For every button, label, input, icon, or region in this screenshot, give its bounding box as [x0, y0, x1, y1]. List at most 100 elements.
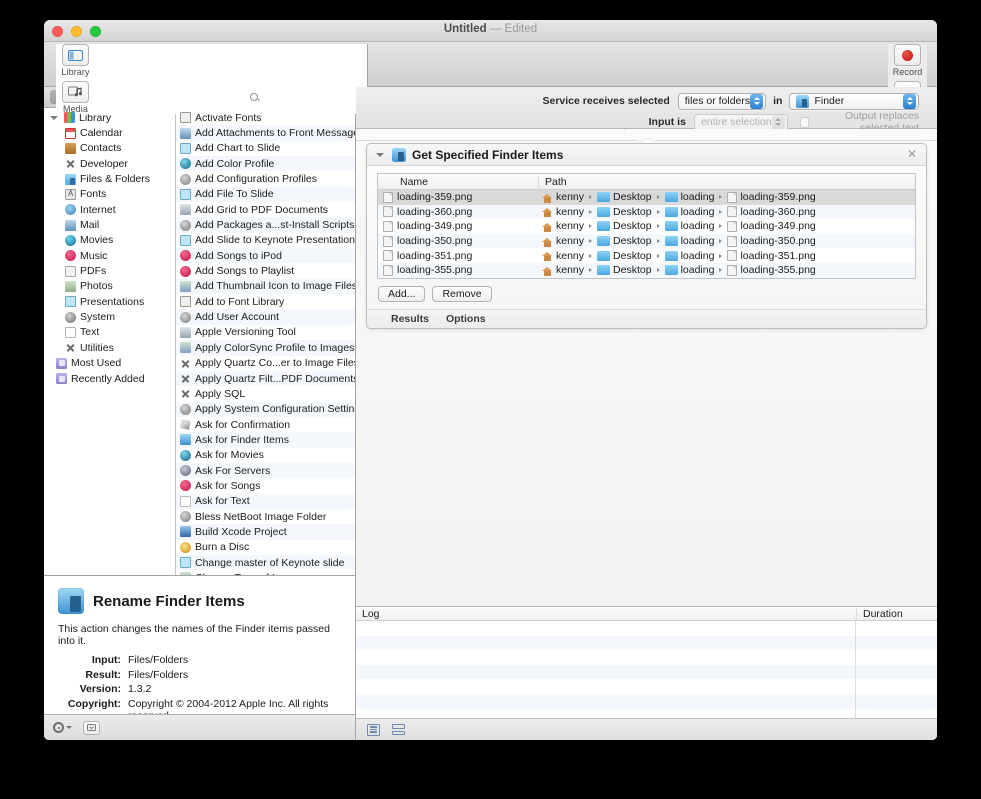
- disclosure-triangle-icon[interactable]: [50, 115, 58, 120]
- finder-icon: [796, 94, 810, 108]
- tree-item-internet[interactable]: Internet: [44, 202, 175, 217]
- action-list-item[interactable]: Apply System Configuration Settings: [176, 401, 355, 417]
- input-is-popup[interactable]: entire selection: [693, 113, 788, 131]
- tree-item-label: System: [80, 311, 116, 324]
- settings-menu-button[interactable]: [53, 722, 72, 733]
- action-list-item[interactable]: Add Grid to PDF Documents: [176, 202, 355, 217]
- action-list-item[interactable]: Ask for Movies: [176, 448, 355, 463]
- action-list-item[interactable]: Burn a Disc: [176, 540, 355, 555]
- options-tab[interactable]: Options: [446, 313, 486, 325]
- workflow-canvas[interactable]: Get Specified Finder Items ✕ Name Path l…: [356, 129, 937, 607]
- finder-items-table[interactable]: Name Path loading-359.png kenny Desktop loa…: [377, 173, 916, 279]
- column-header-path[interactable]: Path: [538, 175, 831, 188]
- log-panel: Log Duration: [356, 607, 937, 740]
- tree-item-pdfs[interactable]: PDFs: [44, 263, 175, 278]
- toolbar-library-button[interactable]: Library: [56, 44, 95, 77]
- log-row: [356, 679, 937, 694]
- action-list-item[interactable]: Add Attachments to Front Message: [176, 125, 355, 141]
- tree-item-music[interactable]: Music: [44, 248, 175, 263]
- action-list-item[interactable]: Ask for Confirmation: [176, 417, 355, 432]
- action-list-item[interactable]: Add to Font Library: [176, 294, 355, 309]
- action-list-item[interactable]: Ask for Text: [176, 493, 355, 509]
- action-list-item[interactable]: Apply Quartz Filt...PDF Documents: [176, 370, 355, 387]
- log-body[interactable]: [356, 621, 937, 718]
- tree-item-presentations[interactable]: Presentations: [44, 294, 175, 309]
- utilities-icon: [180, 388, 191, 399]
- column-header-duration[interactable]: Duration: [856, 607, 937, 620]
- close-icon[interactable]: ✕: [906, 148, 918, 161]
- action-list-item[interactable]: Ask for Songs: [176, 478, 355, 493]
- path-segment: loading: [680, 191, 715, 204]
- library-category-tree[interactable]: Library Calendar Contacts Developer Files & …: [44, 108, 176, 575]
- path-separator-icon: [656, 224, 660, 229]
- action-info-panel: Rename Finder Items This action changes …: [44, 576, 355, 722]
- action-list-item[interactable]: Build Xcode Project: [176, 524, 355, 540]
- finder-icon: [180, 434, 191, 446]
- tree-item-photos[interactable]: Photos: [44, 279, 175, 294]
- action-list-item[interactable]: Add Songs to Playlist: [176, 263, 355, 278]
- file-name: loading-360.png: [397, 205, 473, 218]
- workflow-action-get-specified-finder-items[interactable]: Get Specified Finder Items ✕ Name Path l…: [366, 143, 927, 329]
- action-list-item[interactable]: Ask for Finder Items: [176, 432, 355, 448]
- table-row[interactable]: loading-359.png kenny Desktop loading loadin…: [378, 190, 915, 205]
- action-list-item[interactable]: Add Packages a...st-Install Scripts: [176, 217, 355, 233]
- table-row[interactable]: loading-351.png kenny Desktop loading loadin…: [378, 248, 915, 263]
- remove-button[interactable]: Remove: [432, 285, 492, 302]
- table-row[interactable]: loading-350.png kenny Desktop loading loadin…: [378, 233, 915, 249]
- action-list-item[interactable]: Add Songs to iPod: [176, 248, 355, 264]
- action-list-item[interactable]: Add File To Slide: [176, 186, 355, 203]
- action-list-item[interactable]: Bless NetBoot Image Folder: [176, 509, 355, 524]
- tree-item-fonts[interactable]: Fonts: [44, 187, 175, 202]
- list-view-icon[interactable]: [367, 723, 380, 736]
- action-list-item[interactable]: Add User Account: [176, 309, 355, 325]
- toolbar-media-button[interactable]: Media: [56, 81, 95, 114]
- presentations-icon: [65, 296, 76, 308]
- action-list-item[interactable]: Apply ColorSync Profile to Images: [176, 340, 355, 356]
- table-cell-path: kenny Desktop loading loading-351.png: [538, 250, 915, 262]
- action-list-item[interactable]: Add Color Profile: [176, 156, 355, 172]
- path-segment: loading-359.png: [740, 191, 816, 204]
- column-header-log[interactable]: Log: [356, 608, 856, 620]
- record-button[interactable]: Record: [888, 44, 927, 77]
- utilities-icon: [180, 373, 191, 384]
- action-list-item[interactable]: Change master of Keynote slide: [176, 554, 355, 571]
- tree-item-recently-added[interactable]: Recently Added: [44, 371, 175, 386]
- path-separator-icon: [656, 253, 660, 258]
- action-list-item-label: Ask For Servers: [195, 464, 271, 477]
- table-row[interactable]: loading-355.png kenny Desktop loading loadin…: [378, 262, 915, 278]
- add-button[interactable]: Add...: [378, 285, 426, 302]
- action-list-item[interactable]: Add Chart to Slide: [176, 141, 355, 156]
- home-folder-icon: [542, 206, 553, 218]
- tree-item-contacts[interactable]: Contacts: [44, 141, 175, 156]
- file-name: loading-355.png: [397, 264, 473, 277]
- table-row[interactable]: loading-349.png kenny Desktop loading loadin…: [378, 219, 915, 234]
- tree-item-files-folders[interactable]: Files & Folders: [44, 171, 175, 186]
- action-list-item[interactable]: Add Slide to Keynote Presentation: [176, 233, 355, 248]
- action-list[interactable]: Activate Fonts Add Attachments to Front M…: [176, 108, 355, 575]
- service-receives-popup[interactable]: files or folders: [677, 92, 767, 110]
- action-list-item[interactable]: Apply Quartz Co...er to Image Files: [176, 356, 355, 371]
- action-list-item[interactable]: Apple Versioning Tool: [176, 325, 355, 340]
- action-list-item[interactable]: Add Thumbnail Icon to Image Files: [176, 278, 355, 295]
- column-header-name[interactable]: Name: [378, 176, 538, 188]
- action-list-item[interactable]: Apply SQL: [176, 386, 355, 401]
- action-list-item[interactable]: Change Type of Images: [176, 570, 355, 575]
- grouped-view-icon[interactable]: [392, 724, 405, 736]
- tree-item-utilities[interactable]: Utilities: [44, 340, 175, 355]
- action-list-item[interactable]: Ask For Servers: [176, 462, 355, 479]
- show-panel-button[interactable]: [83, 720, 100, 735]
- tree-item-calendar[interactable]: Calendar: [44, 125, 175, 140]
- service-app-popup[interactable]: Finder: [789, 92, 919, 110]
- action-list-item[interactable]: Add Configuration Profiles: [176, 171, 355, 186]
- tree-item-movies[interactable]: Movies: [44, 233, 175, 248]
- tree-item-mail[interactable]: Mail: [44, 217, 175, 232]
- tree-item-most-used[interactable]: Most Used: [44, 356, 175, 371]
- automator-window: Untitled — Edited Library Media Record L…: [44, 20, 937, 740]
- tree-item-system[interactable]: System: [44, 309, 175, 324]
- disclosure-triangle-icon[interactable]: [376, 152, 384, 157]
- tree-item-developer[interactable]: Developer: [44, 156, 175, 171]
- table-row[interactable]: loading-360.png kenny Desktop loading loadin…: [378, 204, 915, 220]
- tree-item-text[interactable]: Text: [44, 325, 175, 340]
- results-tab[interactable]: Results: [391, 313, 429, 325]
- tree-item-label: Contacts: [80, 142, 122, 155]
